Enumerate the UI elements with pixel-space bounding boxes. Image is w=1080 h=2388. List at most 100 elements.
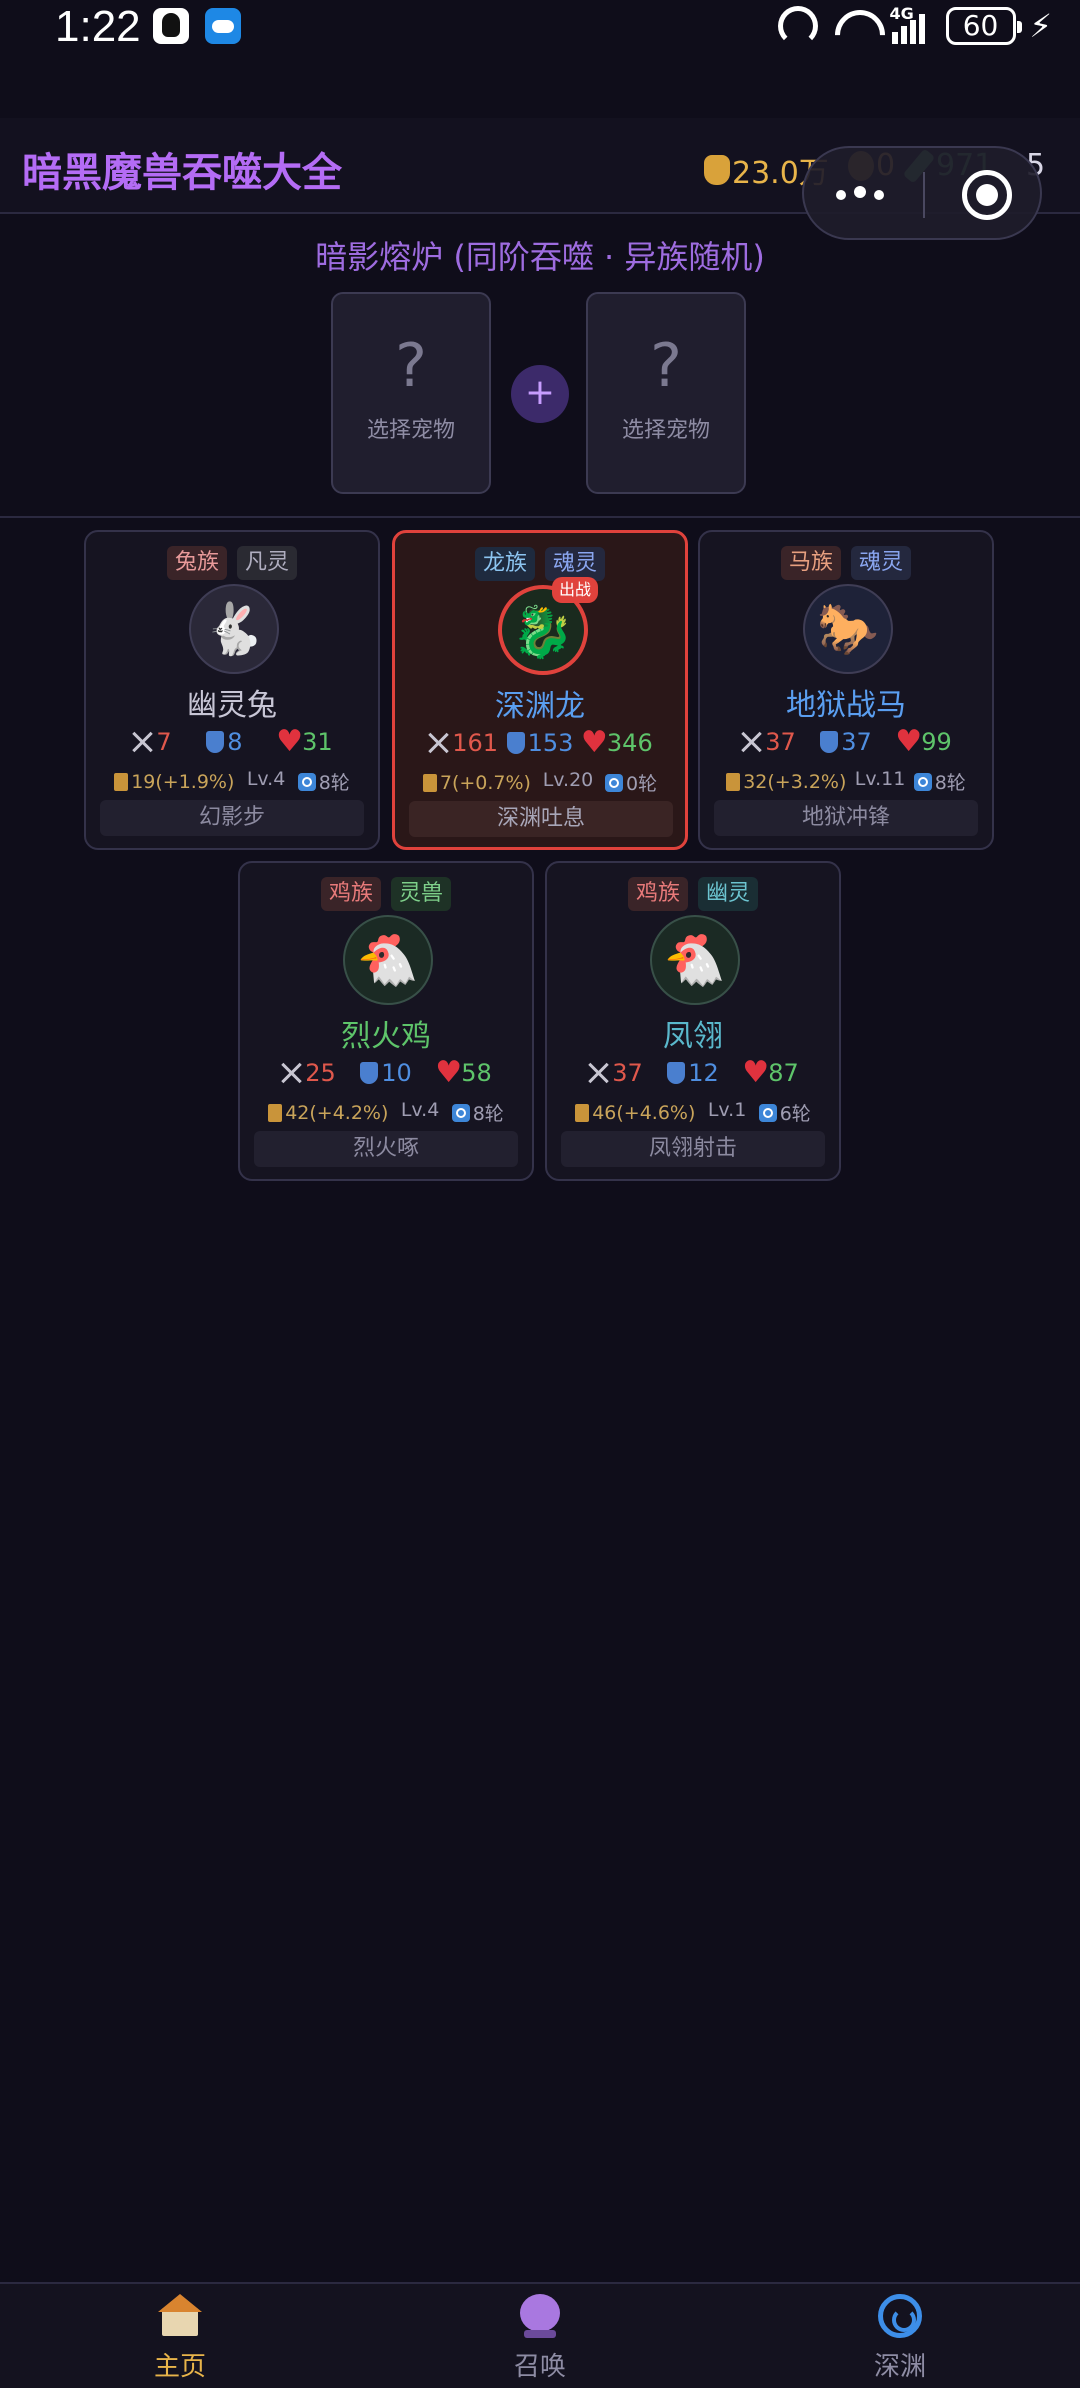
more-menu-icon[interactable] [836, 186, 892, 204]
close-miniprogram-icon[interactable] [962, 170, 1012, 220]
weather-app-icon [205, 8, 241, 44]
crystal-ball-icon [518, 2294, 562, 2338]
house-icon [158, 2294, 202, 2338]
pet-name: 幽灵兔 [187, 688, 277, 723]
rounds-info: 8轮 [451, 1099, 504, 1126]
heart-icon [895, 724, 922, 759]
sword-icon [587, 1062, 609, 1084]
horse-avatar-icon: 🐎 [803, 584, 893, 674]
rounds-info: 0轮 [605, 769, 657, 796]
nav-home[interactable]: 主页 [0, 2284, 360, 2388]
grade-tag: 幽灵 [698, 877, 759, 911]
chicken-avatar-icon: 🐔 [343, 915, 433, 1005]
xp-info: 19(+1.9%) [114, 768, 234, 795]
xp-info: 7(+0.7%) [422, 769, 531, 796]
rounds-info: 8轮 [913, 768, 966, 795]
scroll-icon [726, 772, 741, 791]
pet-card-phoenix-feather[interactable]: 鸡族 幽灵 🐔 凤翎 37 12 87 46(+4.6%) Lv.1 6轮 凤翎… [545, 861, 841, 1181]
charging-bolt-icon: ⚡ [1029, 7, 1052, 45]
hp-stat: 346 [581, 725, 653, 760]
xp-info: 46(+4.6%) [575, 1099, 695, 1126]
pet-level: Lv.11 [854, 768, 906, 790]
defense-stat: 10 [360, 1059, 412, 1087]
race-tag: 兔族 [166, 546, 227, 580]
in-battle-badge: 出战 [552, 577, 599, 603]
fusion-slot-right[interactable]: ? 选择宠物 [586, 292, 746, 494]
refresh-icon [913, 772, 932, 791]
pet-card-hell-warhorse[interactable]: 马族 魂灵 🐎 地狱战马 37 37 99 32(+3.2%) Lv.11 8轮… [698, 530, 994, 850]
sword-icon [740, 731, 762, 753]
cellular-signal-icon: 4G [890, 4, 932, 44]
pet-card-fire-chicken[interactable]: 鸡族 灵兽 🐔 烈火鸡 25 10 58 42(+4.2%) Lv.4 8轮 烈… [238, 861, 534, 1181]
scroll-icon [114, 772, 129, 791]
heart-icon [742, 1055, 769, 1090]
nav-summon-label: 召唤 [513, 2352, 566, 2382]
race-tag: 龙族 [474, 547, 535, 581]
pet-name: 地狱战马 [786, 688, 906, 723]
nav-abyss-label: 深渊 [873, 2352, 926, 2382]
xp-info: 42(+4.2%) [268, 1099, 388, 1126]
defense-stat: 12 [667, 1059, 719, 1087]
xp-info: 32(+3.2%) [726, 768, 846, 795]
pet-card-abyss-dragon[interactable]: 龙族 魂灵 🐉 出战 深渊龙 161 153 346 7(+0.7%) Lv.2… [392, 530, 688, 850]
pet-level: Lv.1 [707, 1099, 747, 1121]
refresh-icon [451, 1103, 470, 1122]
rounds-info: 6轮 [758, 1099, 811, 1126]
pet-name: 凤翎 [663, 1019, 723, 1054]
rabbit-avatar-icon: 🐇 [189, 584, 279, 674]
rounds-info: 8轮 [297, 768, 350, 795]
pet-level: Lv.4 [246, 768, 286, 790]
skill-label: 地狱冲锋 [714, 800, 978, 836]
scroll-icon [268, 1103, 283, 1122]
section-divider [0, 516, 1080, 518]
grade-tag: 凡灵 [237, 546, 298, 580]
hp-stat: 87 [742, 1055, 799, 1090]
attack-stat: 161 [427, 729, 498, 757]
status-bar: 1:22 4G 60 ⚡ [0, 0, 1080, 80]
bottom-nav: 主页 召唤 深渊 [0, 2282, 1080, 2388]
nav-abyss[interactable]: 深渊 [720, 2284, 1080, 2388]
capsule-divider [923, 172, 925, 218]
sword-icon [427, 732, 449, 754]
sword-icon [131, 731, 153, 753]
fusion-slot-left[interactable]: ? 选择宠物 [331, 292, 491, 494]
defense-stat: 8 [206, 728, 243, 756]
sword-icon [280, 1062, 302, 1084]
race-tag: 鸡族 [320, 877, 381, 911]
attack-stat: 37 [587, 1059, 643, 1087]
scroll-icon [575, 1103, 590, 1122]
shield-icon [360, 1062, 379, 1084]
heart-icon [435, 1055, 462, 1090]
refresh-icon [297, 772, 316, 791]
chicken-avatar-icon: 🐔 [650, 915, 740, 1005]
battery-level: 60 [945, 7, 1022, 45]
skill-label: 凤翎射击 [561, 1131, 825, 1167]
attack-stat: 7 [131, 728, 171, 756]
pet-level: Lv.20 [542, 769, 594, 791]
hp-stat: 58 [435, 1055, 492, 1090]
app-title: 暗黑魔兽吞噬大全 [22, 150, 342, 196]
hp-stat: 99 [895, 724, 952, 759]
heart-icon [581, 725, 608, 760]
attack-stat: 25 [280, 1059, 336, 1087]
question-mark-icon: ? [395, 331, 427, 401]
pet-name: 深渊龙 [495, 689, 585, 724]
race-tag: 鸡族 [627, 877, 688, 911]
shield-icon [667, 1062, 686, 1084]
plus-icon: + [511, 365, 569, 423]
shield-icon [206, 731, 225, 753]
slot-label: 选择宠物 [621, 418, 710, 443]
fusion-title: 暗影熔炉 (同阶吞噬 · 异族随机) [315, 238, 765, 276]
speedometer-icon [777, 6, 818, 46]
race-tag: 马族 [780, 546, 841, 580]
slot-label: 选择宠物 [366, 418, 455, 443]
grade-tag: 灵兽 [391, 877, 452, 911]
pet-card-ghost-rabbit[interactable]: 兔族 凡灵 🐇 幽灵兔 7 8 31 19(+1.9%) Lv.4 8轮 幻影步 [84, 530, 380, 850]
miniprogram-capsule [802, 146, 1042, 240]
scroll-icon [422, 773, 437, 792]
shield-icon [820, 731, 839, 753]
money-bag-icon [704, 155, 730, 185]
nav-summon[interactable]: 召唤 [360, 2284, 720, 2388]
nav-home-label: 主页 [153, 2352, 206, 2382]
hp-stat: 31 [276, 724, 333, 759]
